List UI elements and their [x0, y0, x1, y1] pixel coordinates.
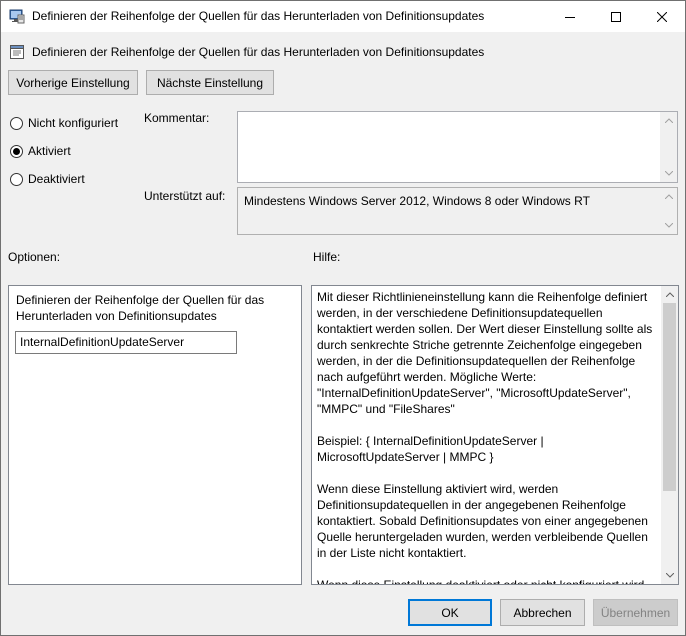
help-paragraph: Mit dieser Richtlinieneinstellung kann d…	[317, 290, 653, 416]
definition-source-order-input[interactable]: InternalDefinitionUpdateServer	[15, 331, 237, 354]
policy-settings-icon	[9, 8, 25, 24]
scroll-up-icon[interactable]	[660, 188, 677, 205]
comment-textarea[interactable]	[237, 111, 678, 183]
cancel-button[interactable]: Abbrechen	[500, 599, 585, 626]
policy-page-icon	[9, 44, 25, 60]
help-paragraph: Beispiel: { InternalDefinitionUpdateServ…	[317, 434, 544, 464]
cancel-label: Abbrechen	[513, 605, 572, 620]
policy-dialog: Definieren der Reihenfolge der Quellen f…	[0, 0, 686, 636]
apply-button[interactable]: Übernehmen	[593, 599, 678, 626]
help-text: Mit dieser Richtlinieneinstellung kann d…	[317, 289, 660, 585]
previous-setting-label: Vorherige Einstellung	[16, 75, 130, 90]
close-icon	[657, 11, 667, 22]
help-paragraph: Wenn diese Einstellung deaktiviert oder …	[317, 578, 648, 585]
radio-disabled-label: Deaktiviert	[28, 172, 85, 186]
radio-circle[interactable]	[10, 116, 23, 130]
help-scrollbar[interactable]	[661, 286, 678, 584]
radio-not-configured-label: Nicht konfiguriert	[28, 116, 119, 130]
previous-setting-button[interactable]: Vorherige Einstellung	[8, 70, 138, 95]
options-label: Optionen:	[8, 250, 61, 264]
ok-button[interactable]: OK	[408, 599, 492, 626]
minimize-button[interactable]	[547, 1, 593, 32]
scroll-down-icon[interactable]	[661, 567, 678, 584]
scroll-thumb[interactable]	[663, 303, 676, 491]
help-label: Hilfe:	[313, 250, 341, 264]
supported-on-field: Mindestens Windows Server 2012, Windows …	[237, 187, 678, 235]
title-bar[interactable]: Definieren der Reihenfolge der Quellen f…	[1, 1, 685, 32]
close-button[interactable]	[639, 1, 685, 32]
radio-circle[interactable]	[10, 144, 23, 158]
maximize-button[interactable]	[593, 1, 639, 32]
help-panel: Mit dieser Richtlinieneinstellung kann d…	[311, 285, 679, 585]
supported-on-value: Mindestens Windows Server 2012, Windows …	[244, 194, 590, 208]
maximize-icon	[611, 11, 621, 22]
help-paragraph: Wenn diese Einstellung aktiviert wird, w…	[317, 482, 648, 560]
radio-selected-dot	[13, 147, 20, 155]
option-field-label: Definieren der Reihenfolge der Quellen f…	[16, 293, 265, 323]
scroll-up-icon[interactable]	[661, 286, 678, 303]
window-title: Definieren der Reihenfolge der Quellen f…	[32, 9, 485, 23]
options-panel: Definieren der Reihenfolge der Quellen f…	[8, 285, 302, 585]
radio-not-configured[interactable]: Nicht konfiguriert	[10, 116, 118, 130]
scroll-up-icon[interactable]	[660, 112, 677, 129]
supported-on-label: Unterstützt auf:	[144, 189, 226, 203]
minimize-icon	[565, 16, 575, 18]
setting-header: Definieren der Reihenfolge der Quellen f…	[32, 45, 485, 59]
next-setting-label: Nächste Einstellung	[156, 75, 264, 90]
comment-label: Kommentar:	[144, 111, 210, 125]
radio-disabled[interactable]: Deaktiviert	[10, 172, 85, 186]
comment-scrollbar[interactable]	[660, 112, 677, 182]
supported-scrollbar[interactable]	[660, 188, 677, 234]
next-setting-button[interactable]: Nächste Einstellung	[146, 70, 274, 95]
scroll-down-icon[interactable]	[660, 217, 677, 234]
scroll-down-icon[interactable]	[660, 165, 677, 182]
radio-enabled-label: Aktiviert	[28, 144, 71, 158]
radio-enabled[interactable]: Aktiviert	[10, 144, 71, 158]
apply-label: Übernehmen	[600, 605, 671, 620]
ok-label: OK	[441, 605, 459, 620]
radio-circle[interactable]	[10, 172, 23, 186]
